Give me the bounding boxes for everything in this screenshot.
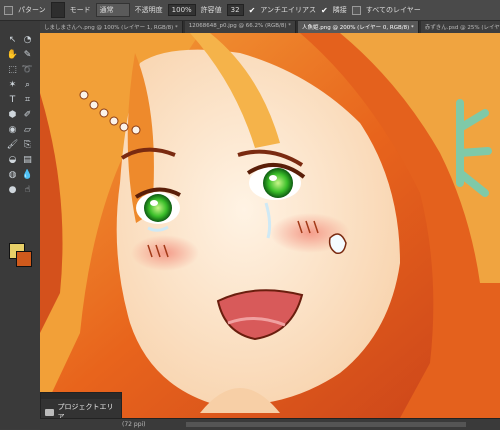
tab-document-2[interactable]: 12068648_p0.jpg @ 66.2% (RGB/8) * [184,21,296,33]
antialias-label: アンチエイリアス [260,6,317,14]
pattern-swatch[interactable] [50,2,65,18]
move-icon[interactable]: ↖ [6,34,19,46]
background-color[interactable] [16,251,32,267]
redeye-icon[interactable]: ◉ [6,124,19,136]
zoom-icon[interactable]: ⌕ [21,79,34,91]
folder-icon [45,408,54,416]
eyedropper-icon[interactable]: ✎ [21,49,34,61]
options-bar: パターン モード 通常 不透明度 100% 許容値 32 ✔ アンチエイリアス … [0,0,500,21]
all-layers-label: すべてのレイヤー [365,6,421,14]
opacity-field[interactable]: 100% [167,4,196,16]
toolbox: ↖ ◔ ✋ ✎ ⬚ ➰ ✶ ⌕ T ⌗ ⬢ ✐ ◉ ▱ 🖌 ⎘ ◒ ▤ ◍ 💧 … [0,21,41,429]
horizontal-scrollbar[interactable] [185,422,466,427]
contiguous-checkbox[interactable]: ✔ [321,6,328,15]
document-tabs: しましまさんへ.png @ 100% (レイヤー 1, RGB/8) * 120… [40,21,500,33]
tab-document-1[interactable]: しましまさんへ.png @ 100% (レイヤー 1, RGB/8) * [40,21,183,33]
shape-icon[interactable]: ⬢ [6,109,19,121]
tab-document-3[interactable]: 人魚姫.png @ 200% (レイヤー 0, RGB/8) * [297,21,419,33]
paint-bucket-icon[interactable]: ◒ [6,154,19,166]
tolerance-field[interactable]: 32 [226,4,244,16]
project-area-panel: プロジェクトエリア [40,392,122,421]
all-layers-checkbox[interactable] [351,5,361,15]
lasso-icon[interactable]: ➰ [21,64,34,76]
pattern-label: パターン [18,6,46,14]
magic-wand-icon[interactable]: ✶ [6,79,19,91]
brush-icon[interactable]: 🖌 [6,139,19,151]
status-text: (72 ppi) [122,421,146,428]
clone-icon[interactable]: ⎘ [21,139,34,151]
status-bar: (72 ppi) [40,418,500,430]
quick-select-icon[interactable]: ◔ [21,34,34,46]
antialias-checkbox[interactable]: ✔ [249,6,256,15]
eraser-icon[interactable]: ▱ [21,124,34,136]
crop-icon[interactable]: ⌗ [21,94,34,106]
hand-icon[interactable]: ✋ [6,49,19,61]
sponge-icon[interactable]: ◍ [6,169,19,181]
canvas[interactable] [40,33,500,418]
blur-icon[interactable]: 💧 [21,169,34,181]
smudge-icon[interactable]: ☝ [21,184,34,196]
type-icon[interactable]: T [6,94,19,106]
pen-icon[interactable]: ✐ [21,109,34,121]
tab-document-4[interactable]: 赤ずきん.psd @ 25% (レイヤー 7, RGB/8) [420,21,500,33]
mode-select[interactable]: 通常 [95,3,130,17]
mode-label: モード [69,6,91,14]
opacity-label: 不透明度 [134,6,163,14]
artwork-illustration [40,33,500,418]
contiguous-label: 隣接 [332,6,347,14]
gradient-icon[interactable]: ▤ [21,154,34,166]
tolerance-label: 許容値 [200,6,222,14]
pattern-checkbox[interactable] [4,5,13,15]
marquee-icon[interactable]: ⬚ [6,64,19,76]
dodge-icon[interactable]: ● [6,184,19,196]
